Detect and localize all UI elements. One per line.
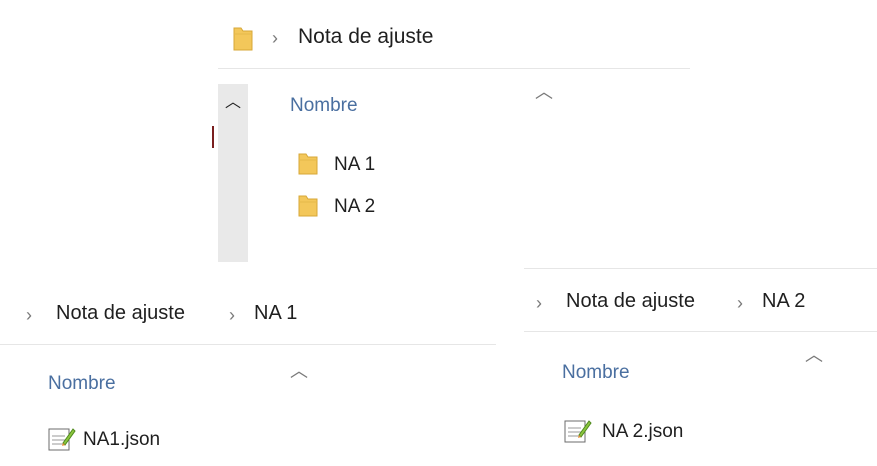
address-bar[interactable]: › Nota de ajuste › NA 2 xyxy=(524,268,877,332)
address-bar[interactable]: › Nota de ajuste › NA 1 xyxy=(0,294,496,345)
chevron-right-icon: › xyxy=(229,305,235,325)
json-file-icon xyxy=(48,426,76,457)
column-header-name[interactable]: Nombre xyxy=(562,362,630,384)
address-bar[interactable]: › Nota de ajuste xyxy=(218,8,690,69)
folder-icon xyxy=(298,151,318,180)
sort-ascending-icon[interactable]: ︿ xyxy=(805,341,823,367)
breadcrumb-item[interactable]: Nota de ajuste xyxy=(298,25,433,49)
column-header-name[interactable]: Nombre xyxy=(290,95,358,117)
vertical-scrollbar[interactable]: ︿ xyxy=(218,84,248,262)
chevron-right-icon: › xyxy=(272,28,278,48)
folder-icon xyxy=(232,24,254,57)
chevron-right-icon: › xyxy=(26,305,32,325)
list-item[interactable]: NA1.json xyxy=(83,429,160,451)
scroll-marker xyxy=(212,126,214,148)
folder-icon xyxy=(298,193,318,222)
breadcrumb-item[interactable]: NA 2 xyxy=(762,290,805,313)
list-item[interactable]: NA 2.json xyxy=(602,421,683,443)
json-file-icon xyxy=(564,418,592,449)
chevron-up-icon[interactable]: ︿ xyxy=(225,88,241,112)
sort-ascending-icon[interactable]: ︿ xyxy=(535,78,553,104)
chevron-right-icon: › xyxy=(536,293,542,313)
breadcrumb-item[interactable]: NA 1 xyxy=(254,302,297,325)
list-item[interactable]: NA 2 xyxy=(334,196,375,218)
chevron-right-icon: › xyxy=(737,293,743,313)
list-item[interactable]: NA 1 xyxy=(334,154,375,176)
breadcrumb-item[interactable]: Nota de ajuste xyxy=(566,290,695,313)
column-header-name[interactable]: Nombre xyxy=(48,373,116,395)
breadcrumb-item[interactable]: Nota de ajuste xyxy=(56,302,185,325)
sort-ascending-icon[interactable]: ︿ xyxy=(290,357,308,383)
